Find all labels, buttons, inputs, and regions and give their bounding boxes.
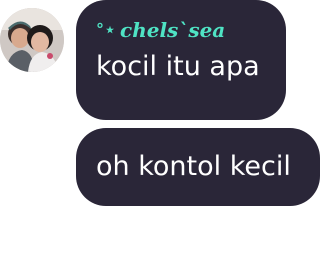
avatar[interactable] xyxy=(0,8,64,72)
message-bubble[interactable]: °⋆ chels`sea kocil itu apa xyxy=(76,0,286,120)
sender-name: chels`sea xyxy=(120,18,226,42)
sender-decoration: °⋆ xyxy=(96,20,117,39)
sender-name-row: °⋆ chels`sea xyxy=(96,18,266,42)
message-text: kocil itu apa xyxy=(96,51,260,82)
message-text: oh kontol kecil xyxy=(96,151,291,182)
message-bubble[interactable]: oh kontol kecil xyxy=(76,128,320,206)
avatar-photo xyxy=(0,8,64,72)
